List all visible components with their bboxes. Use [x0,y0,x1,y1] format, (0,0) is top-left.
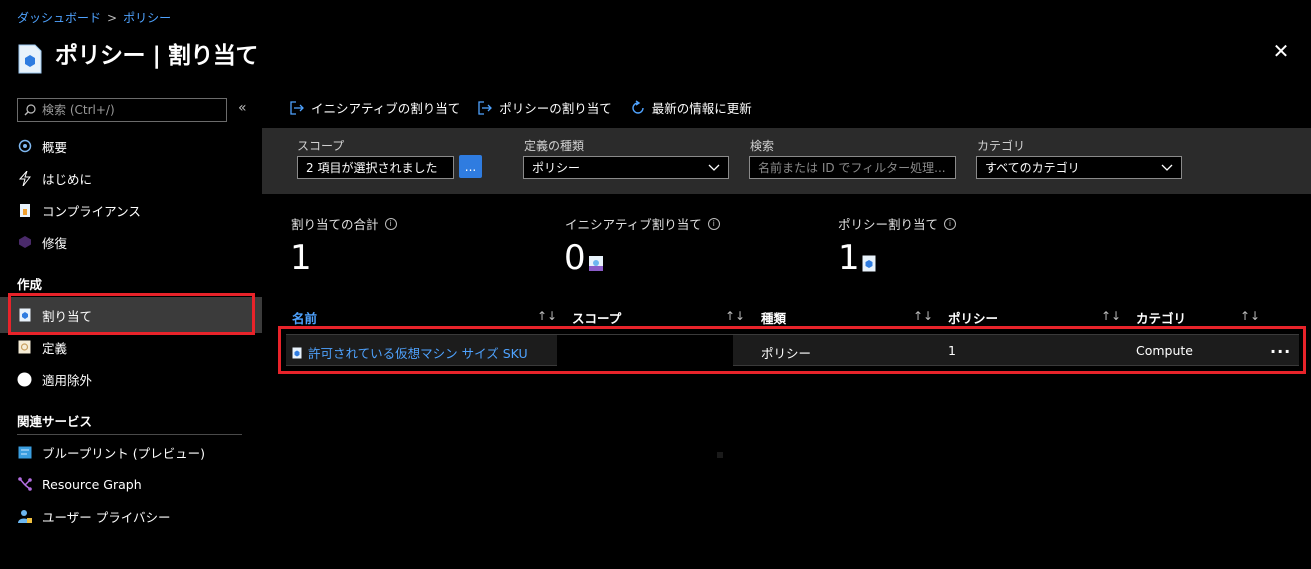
sidebar-search[interactable] [17,98,227,122]
policy-assignments-value: 1 [838,238,876,278]
compliance-icon [17,203,32,218]
definition-icon [17,340,32,355]
column-header-name[interactable]: 名前 [292,308,317,327]
definition-type-select[interactable]: ポリシー [523,156,729,179]
sort-icon[interactable]: ↑↓ [1240,309,1260,323]
assign-initiative-button[interactable]: イニシアティブの割り当て [290,98,460,117]
category-select[interactable]: すべてのカテゴリ [976,156,1182,179]
sidebar-item-label: 概要 [42,139,68,155]
exemption-icon [17,372,32,387]
total-assignments-text: 割り当ての合計 [291,217,379,232]
sidebar-item-getting-started[interactable]: はじめに [17,165,92,191]
breadcrumb-dashboard[interactable]: ダッシュボード [17,9,101,26]
assign-initiative-label: イニシアティブの割り当て [311,101,461,116]
policy-page-icon [17,44,43,74]
sidebar-item-compliance[interactable]: コンプライアンス [17,197,141,223]
sidebar-item-label: Resource Graph [42,476,142,492]
sort-icon[interactable]: ↑↓ [913,309,933,323]
search-filter-placeholder: 名前または ID でフィルター処理... [758,161,946,175]
assign-arrow-icon [478,100,493,115]
scope-filter-field[interactable]: 2 項目が選択されました [297,156,454,179]
section-related-services: 関連サービス [17,414,93,429]
info-icon[interactable]: i [707,217,720,230]
total-assignments-value: 1 [290,238,312,278]
assign-policy-button[interactable]: ポリシーの割り当て [478,98,612,117]
sort-icon[interactable]: ↑↓ [1101,309,1121,323]
category-filter-label: カテゴリ [977,139,1026,153]
close-icon[interactable]: ✕ [1272,41,1290,61]
sidebar-item-label: 定義 [42,340,68,356]
sidebar-item-label: コンプライアンス [42,203,141,219]
refresh-icon [632,99,644,114]
page-title: ポリシー | 割り当て [55,43,258,69]
refresh-button[interactable]: 最新の情報に更新 [630,98,752,117]
highlight-box-sidebar [8,293,255,335]
search-filter-label: 検索 [750,139,775,153]
column-header-type[interactable]: 種類 [761,308,786,327]
command-toolbar: イニシアティブの割り当て ポリシーの割り当て 最新の情報に更新 [290,98,752,117]
chevron-down-icon [708,164,720,171]
sidebar-item-remediation[interactable]: 修復 [17,229,67,255]
sidebar-item-label: 適用除外 [42,372,93,388]
scope-filter-value: 2 項目が選択されました [306,161,438,175]
category-value: すべてのカテゴリ [985,161,1080,175]
collapse-sidebar-icon[interactable]: « [238,100,247,116]
initiative-assignments-text: イニシアティブ割り当て [565,217,702,232]
column-header-policies[interactable]: ポリシー [948,308,998,327]
remediation-icon [17,235,32,250]
definition-type-value: ポリシー [532,161,581,175]
sidebar-item-label: ブループリント (プレビュー) [42,445,205,461]
sidebar-item-definitions[interactable]: 定義 [17,334,67,360]
sidebar-search-input[interactable] [42,103,212,117]
lightning-icon [17,170,32,186]
overview-icon [17,139,32,154]
sidebar-item-blueprints[interactable]: ブループリント (プレビュー) [17,439,205,465]
resource-graph-icon [17,477,32,492]
search-icon [24,104,36,116]
user-privacy-icon [17,509,32,524]
highlight-box-row [278,326,1306,374]
breadcrumb-separator: > [107,10,118,25]
scope-filter-label: スコープ [297,139,345,153]
sidebar-item-label: 修復 [42,235,68,251]
column-header-category[interactable]: カテゴリ [1136,308,1186,327]
sidebar-item-label: ユーザー プライバシー [42,509,171,525]
assign-policy-label: ポリシーの割り当て [499,101,612,116]
policy-assignments-label: ポリシー割り当て i [838,214,957,233]
section-authoring: 作成 [17,277,43,292]
breadcrumb-policy[interactable]: ポリシー [123,9,171,26]
blueprint-icon [17,445,32,460]
assign-arrow-icon [290,100,304,115]
sidebar-item-user-privacy[interactable]: ユーザー プライバシー [17,503,170,529]
column-header-scope[interactable]: スコープ [572,308,621,327]
policy-icon [862,255,876,272]
info-icon[interactable]: i [384,217,397,230]
sidebar-item-exemptions[interactable]: 適用除外 [17,366,92,392]
search-filter-input[interactable]: 名前または ID でフィルター処理... [749,156,956,179]
initiative-icon [588,256,603,271]
info-icon[interactable]: i [944,217,957,230]
definition-type-label: 定義の種類 [524,139,585,153]
sidebar-item-label: はじめに [42,171,93,187]
sidebar-item-overview[interactable]: 概要 [17,133,67,159]
sort-icon[interactable]: ↑↓ [537,309,557,323]
initiative-assignments-value: 0 [564,238,604,278]
sidebar-item-resource-graph[interactable]: Resource Graph [17,471,142,497]
total-assignments-label: 割り当ての合計 i [291,214,397,233]
chevron-down-icon [1161,164,1173,171]
policy-assignments-number: 1 [838,238,860,278]
breadcrumb: ダッシュボード > ポリシー [17,9,171,26]
sort-icon[interactable]: ↑↓ [725,309,745,323]
section-divider [17,434,242,435]
scope-picker-button[interactable]: ... [459,155,482,178]
refresh-label: 最新の情報に更新 [651,101,752,116]
total-assignments-number: 1 [290,238,312,278]
initiative-assignments-label: イニシアティブ割り当て i [565,214,720,233]
stray-dot [717,452,723,458]
policy-assignments-text: ポリシー割り当て [838,217,939,232]
initiative-assignments-number: 0 [564,238,586,278]
